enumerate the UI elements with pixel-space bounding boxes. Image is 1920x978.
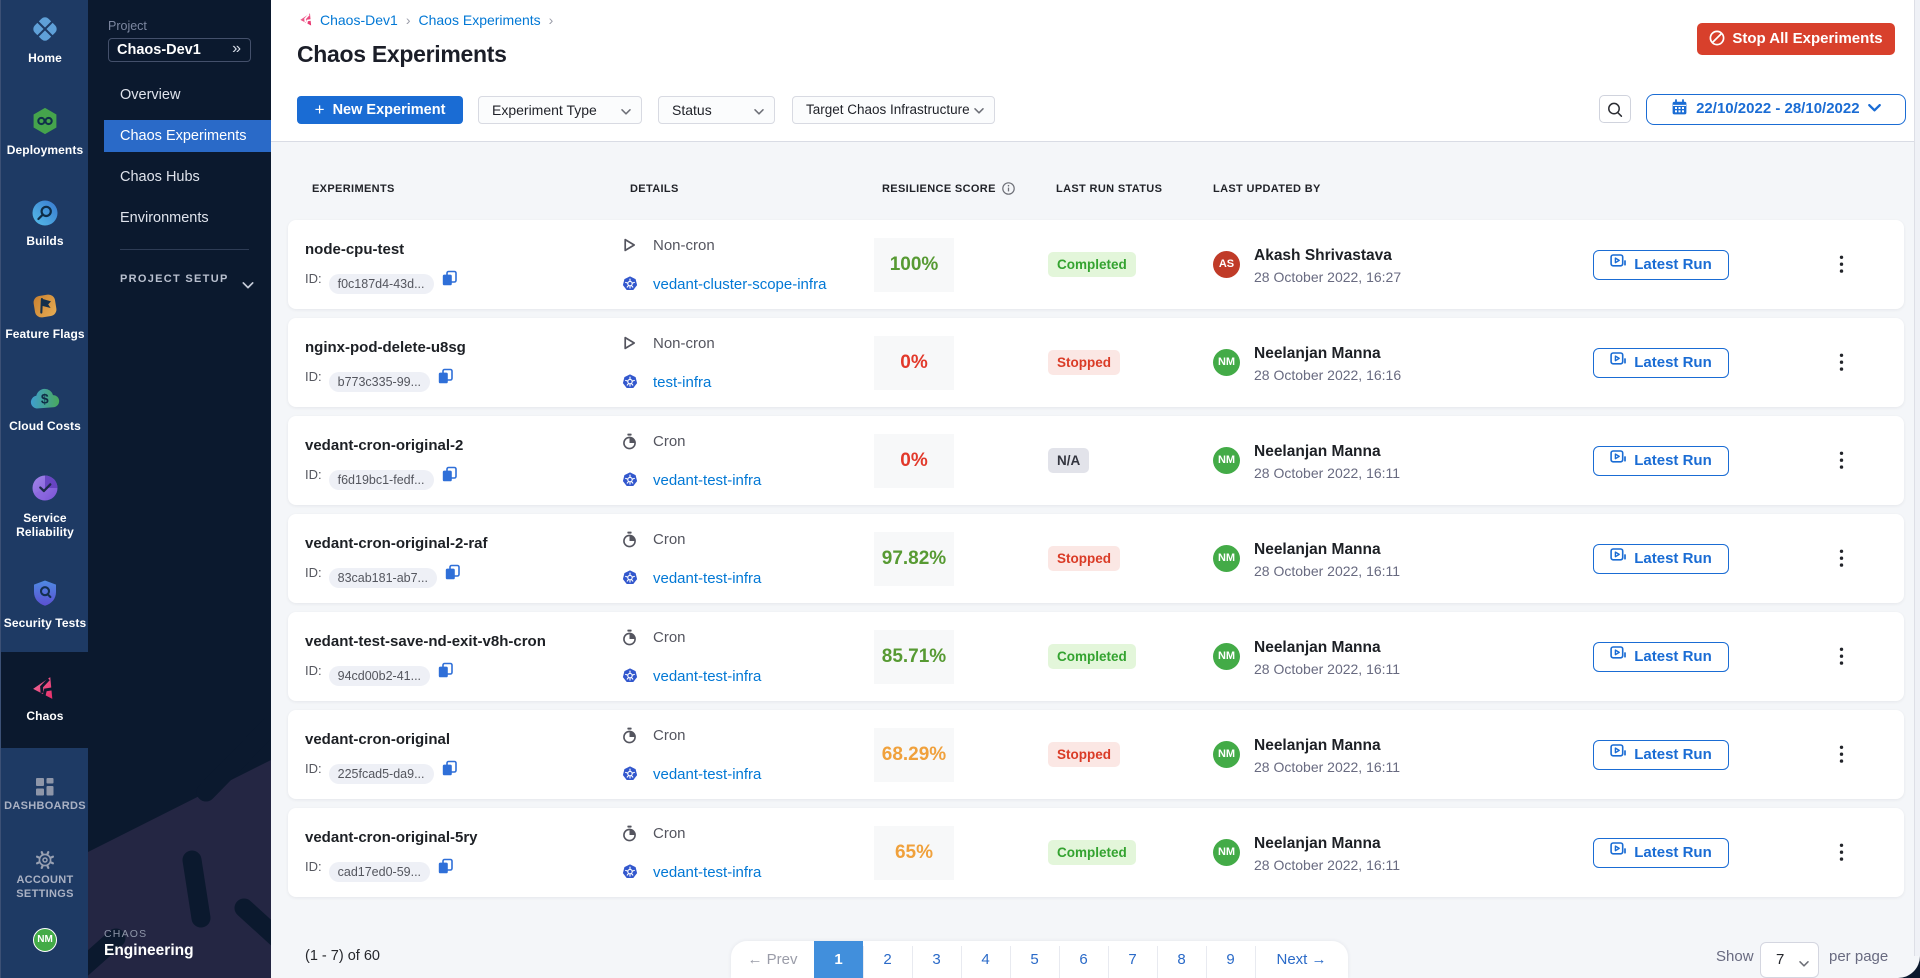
svg-text:$: $: [41, 391, 49, 407]
